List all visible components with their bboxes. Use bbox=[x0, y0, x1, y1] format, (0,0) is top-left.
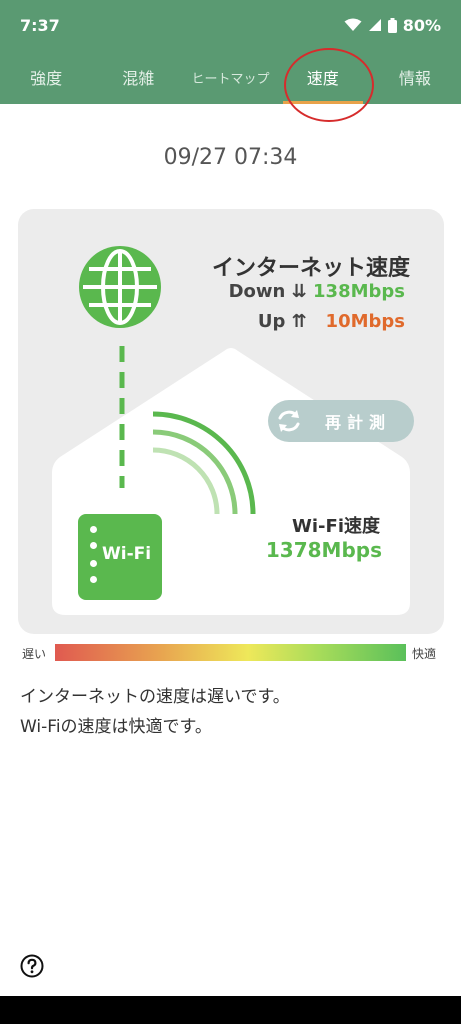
remeasure-button[interactable]: 再計測 bbox=[268, 400, 414, 442]
wifi-signal-waves bbox=[152, 411, 256, 515]
help-icon[interactable] bbox=[20, 954, 44, 978]
router-label: Wi-Fi bbox=[102, 544, 152, 564]
remeasure-label: 再計測 bbox=[324, 413, 391, 432]
scale-slow-label: 遅い bbox=[22, 647, 47, 661]
tab-bar: 強度 混雑 ヒートマップ 速度 情報 bbox=[0, 50, 461, 104]
speed-scale-bar bbox=[55, 644, 406, 661]
download-speed-value: 138Mbps bbox=[313, 281, 405, 302]
tab-speed[interactable]: 速度 bbox=[277, 50, 369, 104]
internet-speed-title: インターネット速度 bbox=[211, 256, 410, 281]
status-bar: 7:37 80% bbox=[0, 0, 461, 50]
globe-icon bbox=[79, 246, 161, 328]
download-speed-row: Down ⇊ 138Mbps bbox=[200, 281, 405, 302]
download-label: Down bbox=[228, 281, 286, 302]
battery-icon bbox=[387, 17, 397, 33]
internet-speed-message: インターネットの速度は遅いです。 bbox=[20, 687, 290, 707]
router-led bbox=[90, 576, 97, 583]
router-led bbox=[90, 542, 97, 549]
tab-heatmap[interactable]: ヒートマップ bbox=[184, 50, 276, 104]
upload-arrows-icon: ⇈ bbox=[291, 311, 307, 332]
wifi-speed-message: Wi-Fiの速度は快適です。 bbox=[20, 717, 212, 737]
status-time: 7:37 bbox=[20, 15, 60, 35]
scale-fast-label: 快適 bbox=[412, 647, 437, 661]
connection-dashed-line bbox=[119, 346, 125, 488]
status-icons: 80% bbox=[344, 16, 441, 35]
upload-label: Up bbox=[257, 311, 286, 332]
router-led bbox=[90, 560, 97, 567]
tab-strength[interactable]: 強度 bbox=[0, 50, 92, 104]
tab-info[interactable]: 情報 bbox=[369, 50, 461, 104]
router-icon: Wi-Fi bbox=[78, 514, 162, 600]
battery-percent: 80% bbox=[402, 15, 441, 35]
upload-speed-value: 10Mbps bbox=[325, 311, 405, 332]
upload-speed-row: Up ⇈ 10Mbps bbox=[200, 311, 405, 332]
download-arrows-icon: ⇊ bbox=[291, 281, 307, 302]
refresh-icon bbox=[268, 400, 310, 442]
wifi-speed-value: 1378Mbps bbox=[265, 538, 382, 562]
wifi-icon bbox=[344, 18, 362, 31]
router-led bbox=[90, 526, 97, 533]
system-navigation-bar bbox=[0, 996, 461, 1024]
measurement-datetime: 09/27 07:34 bbox=[163, 145, 298, 170]
tab-congestion[interactable]: 混雑 bbox=[92, 50, 184, 104]
signal-icon bbox=[368, 19, 381, 31]
wifi-speed-title: Wi-Fi速度 bbox=[292, 516, 380, 537]
